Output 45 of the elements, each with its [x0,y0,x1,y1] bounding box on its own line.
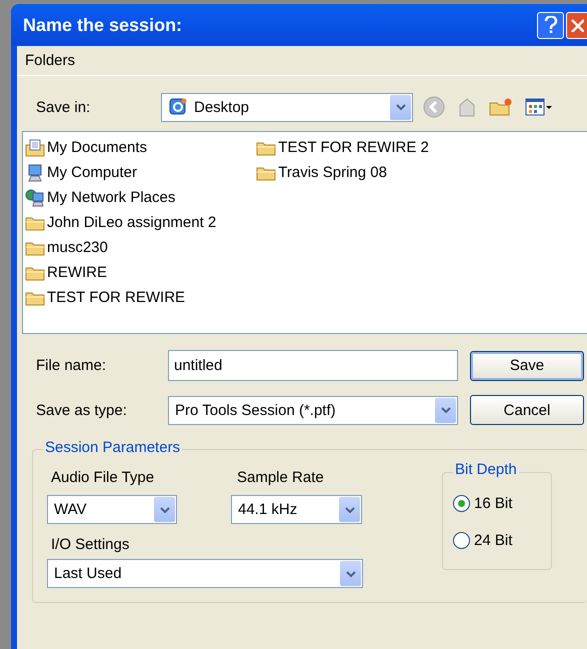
audio-file-type-dropdown[interactable]: WAV [47,495,177,524]
help-icon [544,16,558,34]
file-item[interactable]: TEST FOR REWIRE [25,285,216,310]
cancel-button[interactable]: Cancel [470,395,584,425]
io-settings-label: I/O Settings [51,536,130,553]
folder-icon [25,214,45,230]
close-icon [570,18,584,32]
bit-depth-radio[interactable]: 16 Bit [453,495,512,512]
save-in-dropdown[interactable]: Desktop [161,92,413,122]
save-in-label: Save in: [36,98,92,116]
folder-icon [256,140,276,156]
help-button[interactable] [537,12,564,38]
file-item[interactable]: musc230 [25,235,216,260]
file-item[interactable]: My Network Places [25,185,216,210]
audio-file-type-label: Audio File Type [51,469,154,486]
documents-icon [25,138,45,156]
radio-icon[interactable] [453,532,470,549]
file-item[interactable]: My Computer [25,160,216,185]
file-item[interactable]: TEST FOR REWIRE 2 [256,135,429,160]
folder-icon [256,164,276,180]
radio-icon[interactable] [453,495,470,512]
network-icon [25,188,45,206]
sample-rate-label: Sample Rate [237,469,324,486]
folder-icon [25,264,45,280]
bit-depth-radio[interactable]: 24 Bit [453,532,512,549]
window-title: Name the session: [23,14,184,36]
file-item[interactable]: REWIRE [25,260,216,285]
view-menu-icon[interactable] [525,97,553,117]
save-button[interactable]: Save [470,350,584,380]
desktop-icon [168,97,188,117]
save-as-type-label: Save as type: [36,402,128,418]
close-button[interactable] [566,12,587,38]
new-folder-icon[interactable] [489,97,513,117]
sample-rate-dropdown[interactable]: 44.1 kHz [231,495,362,524]
file-item[interactable]: John DiLeo assignment 2 [25,210,216,235]
file-item[interactable]: Travis Spring 08 [256,160,429,185]
io-settings-dropdown[interactable]: Last Used [47,559,363,588]
folder-icon [25,240,45,256]
folders-menu[interactable]: Folders [25,52,76,69]
save-as-type-dropdown[interactable]: Pro Tools Session (*.ptf) [168,396,458,424]
group-title: Bit Depth [453,461,519,478]
file-name-field[interactable]: untitled [168,350,458,381]
file-name-label: File name: [36,357,108,374]
file-item[interactable]: My Documents [25,135,216,160]
folder-icon [25,290,45,306]
